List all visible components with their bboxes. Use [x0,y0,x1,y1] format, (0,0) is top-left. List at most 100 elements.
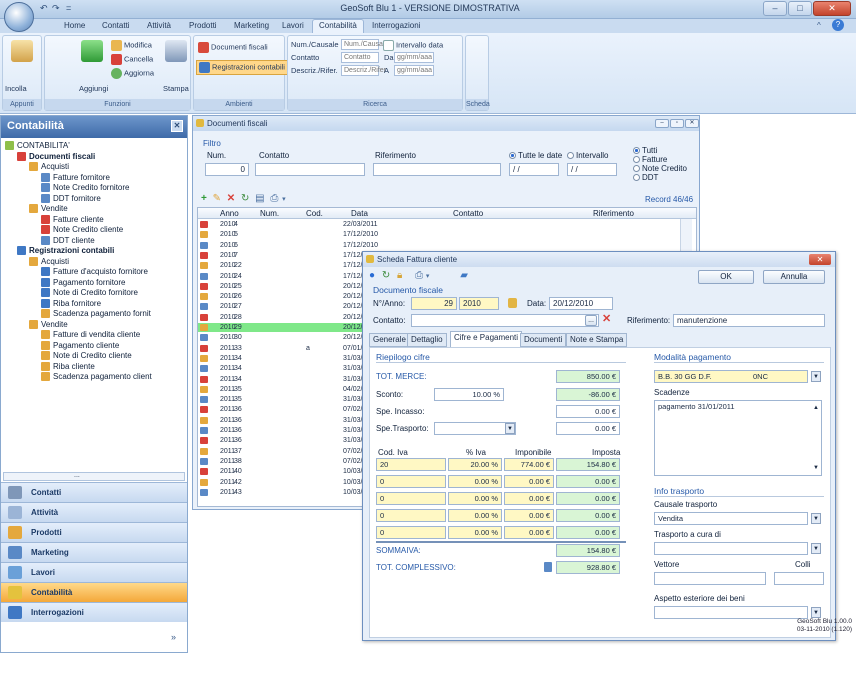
tree-item[interactable]: Note Credito fornitore [41,183,129,193]
ribbon-collapse-icon[interactable]: ^ [817,21,821,30]
nav-button-contatti[interactable]: Contatti [1,482,187,502]
tab-lavori[interactable]: Lavori [276,20,310,31]
scroll-down-icon[interactable]: ▼ [813,462,819,474]
tab-marketing[interactable]: Marketing [228,20,275,31]
colli-input[interactable] [774,572,824,585]
iva-cell-cod[interactable]: 0 [376,509,446,522]
intervallo-data-checkbox[interactable]: Intervallo data [383,40,443,51]
paste-button[interactable]: Incolla [5,84,27,93]
scheda-close-button[interactable]: ✕ [809,254,831,265]
nav-expand-icon[interactable]: » [171,632,176,642]
nav-button-contabilita[interactable]: Contabilità [1,582,187,602]
nav-button-interrogazioni[interactable]: Interrogazioni [1,602,187,622]
tipo-radio[interactable]: DDT [633,173,658,182]
tree-item[interactable]: Vendite [29,320,68,329]
trasp-cura-dropdown-icon[interactable]: ▼ [811,543,821,554]
contatto-input[interactable] [411,314,599,327]
add-button[interactable]: Aggiungi [79,84,108,93]
tab-attivita[interactable]: Attività [141,20,177,31]
tree-item[interactable]: Fatture d'acquisto fornitore [41,267,148,277]
trasporto-select[interactable] [434,422,516,435]
scroll-up-icon[interactable]: ▲ [813,402,819,414]
date-to-input[interactable]: gg/mm/aaa [394,65,434,76]
ok-button[interactable]: OK [698,270,754,284]
nav-button-lavori[interactable]: Lavori [1,562,187,582]
trasporto-dropdown-icon[interactable]: ▼ [505,423,515,434]
add-icon[interactable]: + [201,193,207,204]
riferimento-input[interactable]: manutenzione [673,314,825,327]
data-input[interactable]: 20/12/2010 [549,297,613,310]
table-row[interactable]: 2010 4 22/03/2011 [198,220,696,229]
tree-item[interactable]: DDT cliente [41,236,95,245]
undo-icon[interactable]: ↶ [40,3,48,14]
iva-cell-pct[interactable]: 0.00 % [448,492,502,505]
iva-cell-imp[interactable]: 774.00 € [504,458,554,471]
tree-item[interactable]: Riba fornitore [41,299,101,308]
incasso-input[interactable]: 0.00 € [556,405,620,418]
print-icon[interactable]: ⎙ [270,193,278,204]
tree-item[interactable]: Fatture di vendita cliente [41,330,140,340]
iva-cell-cod[interactable]: 0 [376,475,446,488]
lock-icon[interactable] [508,298,517,308]
tab-dettaglio[interactable]: Dettaglio [407,333,447,347]
paste-icon[interactable] [11,40,33,62]
refresh-icon[interactable]: ↻ [241,193,249,204]
descriz-input[interactable]: Descriz./Rifer [341,65,386,76]
modalita-select[interactable]: B.B. 30 GG D.F. 0NC [654,370,808,383]
date-to-filter[interactable]: / / [567,163,617,176]
tab-contatti[interactable]: Contatti [96,20,136,31]
table-row[interactable]: 2010 6 17/12/2010 [198,241,696,250]
tree-item[interactable]: Documenti fiscali [17,152,95,161]
help-icon[interactable]: ? [832,19,844,31]
contatto-filter-input[interactable] [255,163,365,176]
tree-item[interactable]: Acquisti [29,162,69,172]
tree-item[interactable]: Scadenza pagamento client [41,372,152,382]
ledger-icon[interactable]: ▰ [460,270,468,281]
docwin-restore-button[interactable]: ▫ [670,119,684,128]
col-num[interactable]: Num. [260,209,279,218]
documenti-fiscali-button[interactable]: Documenti fiscali [198,42,268,53]
delete-icon[interactable]: ✕ [227,193,235,204]
aspetto-dropdown-icon[interactable]: ▼ [811,607,821,618]
refresh-icon[interactable]: ↻ [382,270,390,281]
redo-icon[interactable]: ↷ [52,3,60,14]
col-data[interactable]: Data [351,209,368,218]
docwin-minimize-button[interactable]: – [655,119,669,128]
tab-home[interactable]: Home [58,20,91,31]
tree-item[interactable]: Scadenza pagamento fornit [41,309,151,319]
tab-documenti[interactable]: Documenti [520,333,567,347]
lock-icon[interactable]: 🔒︎ [397,270,402,281]
print-icon[interactable]: ⎙ [415,270,423,281]
registrazioni-contabili-button[interactable]: Registrazioni contabili [196,60,288,75]
tree-item[interactable]: Acquisti [29,257,69,266]
iva-cell-cod[interactable]: 20 [376,458,446,471]
print-icon[interactable] [165,40,187,62]
tab-cifre-pagamenti[interactable]: Cifre e Pagamenti [450,331,523,347]
modalita-dropdown-icon[interactable]: ▼ [811,371,821,382]
causale-dropdown-icon[interactable]: ▼ [811,513,821,524]
tab-interrogazioni[interactable]: Interrogazioni [366,20,426,31]
preview-icon[interactable]: ▤ [255,193,264,204]
quick-access-menu-icon[interactable]: = [66,3,71,13]
tree-item[interactable]: Vendite [29,204,68,214]
anno-input[interactable]: 2010 [459,297,499,310]
iva-cell-imp[interactable]: 0.00 € [504,475,554,488]
nav-button-marketing[interactable]: Marketing [1,542,187,562]
num-filter-input[interactable]: 0 [205,163,249,176]
contatto-input[interactable]: Contatto [341,52,379,63]
num-causale-input[interactable]: Num./Causal [341,39,384,50]
tree-horizontal-scrollbar[interactable]: ... [3,472,185,481]
iva-cell-cod[interactable]: 0 [376,526,446,539]
iva-cell-pct[interactable]: 20.00 % [448,458,502,471]
col-anno[interactable]: Anno [220,209,239,218]
nav-button-attivita[interactable]: Attività [1,502,187,522]
close-button[interactable]: ✕ [813,1,851,16]
edit-icon[interactable]: ✎ [213,193,221,204]
iva-cell-pct[interactable]: 0.00 % [448,509,502,522]
iva-cell-imp[interactable]: 0.00 € [504,509,554,522]
vettore-input[interactable] [654,572,766,585]
tutte-date-radio[interactable]: Tutte le date [509,151,562,160]
docwin-close-button[interactable]: ✕ [685,119,699,128]
tree-item[interactable]: Fatture fornitore [41,173,110,182]
refresh-button[interactable]: Aggiorna [111,68,154,79]
